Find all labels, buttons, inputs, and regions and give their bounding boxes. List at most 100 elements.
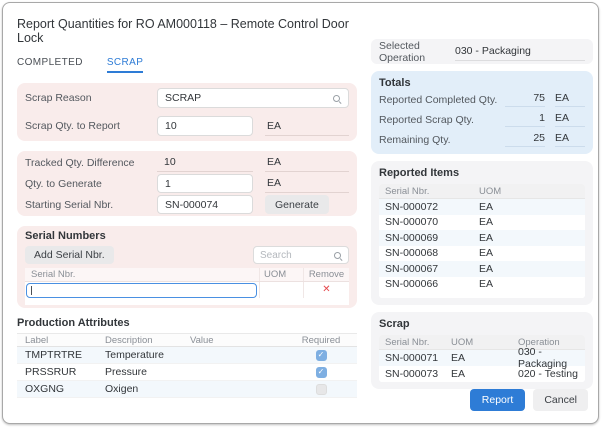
tracked-qty-row: Tracked Qty. Difference 10 EA xyxy=(25,152,349,173)
required-checkbox[interactable]: ✓ xyxy=(315,383,327,395)
reported-items-header: Serial Nbr. UOM xyxy=(379,184,585,199)
list-item: SN-000072 EA xyxy=(379,199,585,215)
column-uom: UOM xyxy=(259,268,303,281)
item-uom: EA xyxy=(479,262,494,275)
scrap-reason-label: Scrap Reason xyxy=(25,92,92,104)
item-serial: SN-000068 xyxy=(385,247,439,260)
scrap-qty-input[interactable]: 10 xyxy=(157,116,253,136)
serial-numbers-title: Serial Numbers xyxy=(25,230,106,242)
starting-serial-value: SN-000074 xyxy=(165,198,219,211)
column-label: Label xyxy=(25,334,49,346)
column-uom: UOM xyxy=(479,185,502,197)
selected-operation-value[interactable]: 030 - Packaging xyxy=(455,43,585,61)
production-attributes-header: Label Description Value Required xyxy=(17,333,357,347)
starting-serial-label: Starting Serial Nbr. xyxy=(25,198,114,211)
search-icon[interactable] xyxy=(332,94,341,103)
scrap-qty-uom: EA xyxy=(265,116,349,136)
totals-row: Remaining Qty. 25 EA xyxy=(379,130,585,149)
tracked-qty-label: Tracked Qty. Difference xyxy=(25,156,135,169)
tab-scrap[interactable]: SCRAP xyxy=(106,57,144,73)
starting-serial-input[interactable]: SN-000074 xyxy=(157,195,253,214)
serial-row-uom xyxy=(259,282,303,298)
dialog-title: Report Quantities for RO AM000118 – Remo… xyxy=(17,17,349,45)
check-icon: ✓ xyxy=(317,350,325,359)
item-serial: SN-000073 xyxy=(385,368,439,380)
search-placeholder: Search xyxy=(260,249,292,261)
generate-panel: Tracked Qty. Difference 10 EA Qty. to Ge… xyxy=(17,151,357,216)
qty-to-generate-label: Qty. to Generate xyxy=(25,177,102,190)
cancel-button[interactable]: Cancel xyxy=(533,389,588,411)
list-item: SN-000066 EA xyxy=(379,276,585,292)
reported-items-title: Reported Items xyxy=(379,167,460,179)
report-quantities-dialog: Report Quantities for RO AM000118 – Remo… xyxy=(2,2,599,424)
reported-items-panel: Reported Items Serial Nbr. UOM SN-000072… xyxy=(371,161,593,305)
attr-description: Temperature xyxy=(105,349,164,361)
selected-operation-panel: Selected Operation 030 - Packaging xyxy=(371,39,593,64)
remove-icon[interactable]: ✕ xyxy=(322,285,330,295)
column-description: Description xyxy=(105,334,153,346)
total-label: Remaining Qty. xyxy=(379,133,451,146)
reported-items-table: Serial Nbr. UOM SN-000072 EA SN-000070 E… xyxy=(379,184,585,298)
clipped-row xyxy=(379,292,585,298)
required-checkbox[interactable]: ✓ xyxy=(315,349,327,361)
list-item: SN-000068 EA xyxy=(379,245,585,261)
generate-button[interactable]: Generate xyxy=(265,195,329,214)
item-serial: SN-000070 xyxy=(385,216,439,229)
list-item: SN-000071 EA 030 - Packaging xyxy=(379,346,585,370)
attr-label: TMPTRTRE xyxy=(25,349,82,361)
item-uom: EA xyxy=(479,231,494,244)
serial-number-input[interactable] xyxy=(26,282,257,298)
column-required: Required xyxy=(301,334,341,346)
production-attributes-title: Production Attributes xyxy=(17,317,130,329)
total-value: 75 xyxy=(505,92,545,107)
qty-to-generate-input[interactable]: 1 xyxy=(157,174,253,193)
item-uom: EA xyxy=(479,216,494,229)
item-operation: 030 - Packaging xyxy=(518,346,568,370)
totals-row: Reported Completed Qty. 75 EA xyxy=(379,90,585,109)
report-button[interactable]: Report xyxy=(469,389,526,411)
text-cursor xyxy=(31,285,32,295)
tab-completed[interactable]: COMPLETED xyxy=(17,57,83,73)
list-item: SN-000069 EA xyxy=(379,230,585,246)
scrap-title: Scrap xyxy=(379,318,410,330)
qty-to-generate-row: Qty. to Generate 1 EA xyxy=(25,173,349,194)
item-serial: SN-000066 xyxy=(385,278,439,291)
required-checkbox[interactable]: ✓ xyxy=(315,366,327,378)
serial-number-row: ✕ xyxy=(25,282,349,298)
list-item: SN-000067 EA xyxy=(379,261,585,277)
totals-row: Reported Scrap Qty. 1 EA xyxy=(379,110,585,129)
attr-label: OXGNG xyxy=(25,383,65,395)
scrap-reason-panel: Scrap Reason SCRAP Scrap Qty. to Report … xyxy=(17,83,357,141)
tracked-qty-uom: EA xyxy=(265,153,349,172)
left-column: Report Quantities for RO AM000118 – Remo… xyxy=(17,11,357,398)
attr-description: Oxigen xyxy=(105,383,139,395)
qty-to-generate-value: 1 xyxy=(165,177,171,190)
item-serial: SN-000069 xyxy=(385,231,439,244)
item-uom: EA xyxy=(451,352,466,364)
item-serial: SN-000072 xyxy=(385,200,439,213)
right-column: Selected Operation 030 - Packaging Total… xyxy=(371,39,593,389)
scrap-panel: Scrap Serial Nbr. UOM Operation SN-00007… xyxy=(371,312,593,389)
item-serial: SN-000067 xyxy=(385,262,439,275)
table-row: OXGNG Oxigen ✓ xyxy=(17,381,357,398)
scrap-reason-row: Scrap Reason SCRAP xyxy=(25,84,349,112)
production-attributes-section: Production Attributes Label Description … xyxy=(17,317,357,398)
scrap-reason-value: SCRAP xyxy=(165,92,202,104)
totals-title: Totals xyxy=(379,77,411,89)
serial-numbers-table-header: Serial Nbr. UOM Remove xyxy=(25,268,349,282)
item-uom: EA xyxy=(479,278,494,291)
search-icon xyxy=(333,251,342,260)
item-serial: SN-000071 xyxy=(385,352,439,364)
selected-operation-label: Selected Operation xyxy=(379,39,426,64)
total-uom: EA xyxy=(555,112,585,127)
scrap-reason-input[interactable]: SCRAP xyxy=(157,88,349,108)
total-uom: EA xyxy=(555,132,585,147)
empty-row-strip xyxy=(25,298,349,305)
column-serial-nbr: Serial Nbr. xyxy=(385,336,430,348)
dialog-footer: Report Cancel xyxy=(469,389,588,411)
serial-search-input[interactable]: Search xyxy=(253,246,349,264)
add-serial-button[interactable]: Add Serial Nbr. xyxy=(25,246,114,264)
list-item: SN-000070 EA xyxy=(379,214,585,230)
column-serial-nbr: Serial Nbr. xyxy=(385,185,430,197)
production-attributes-table: Label Description Value Required TMPTRTR… xyxy=(17,333,357,398)
